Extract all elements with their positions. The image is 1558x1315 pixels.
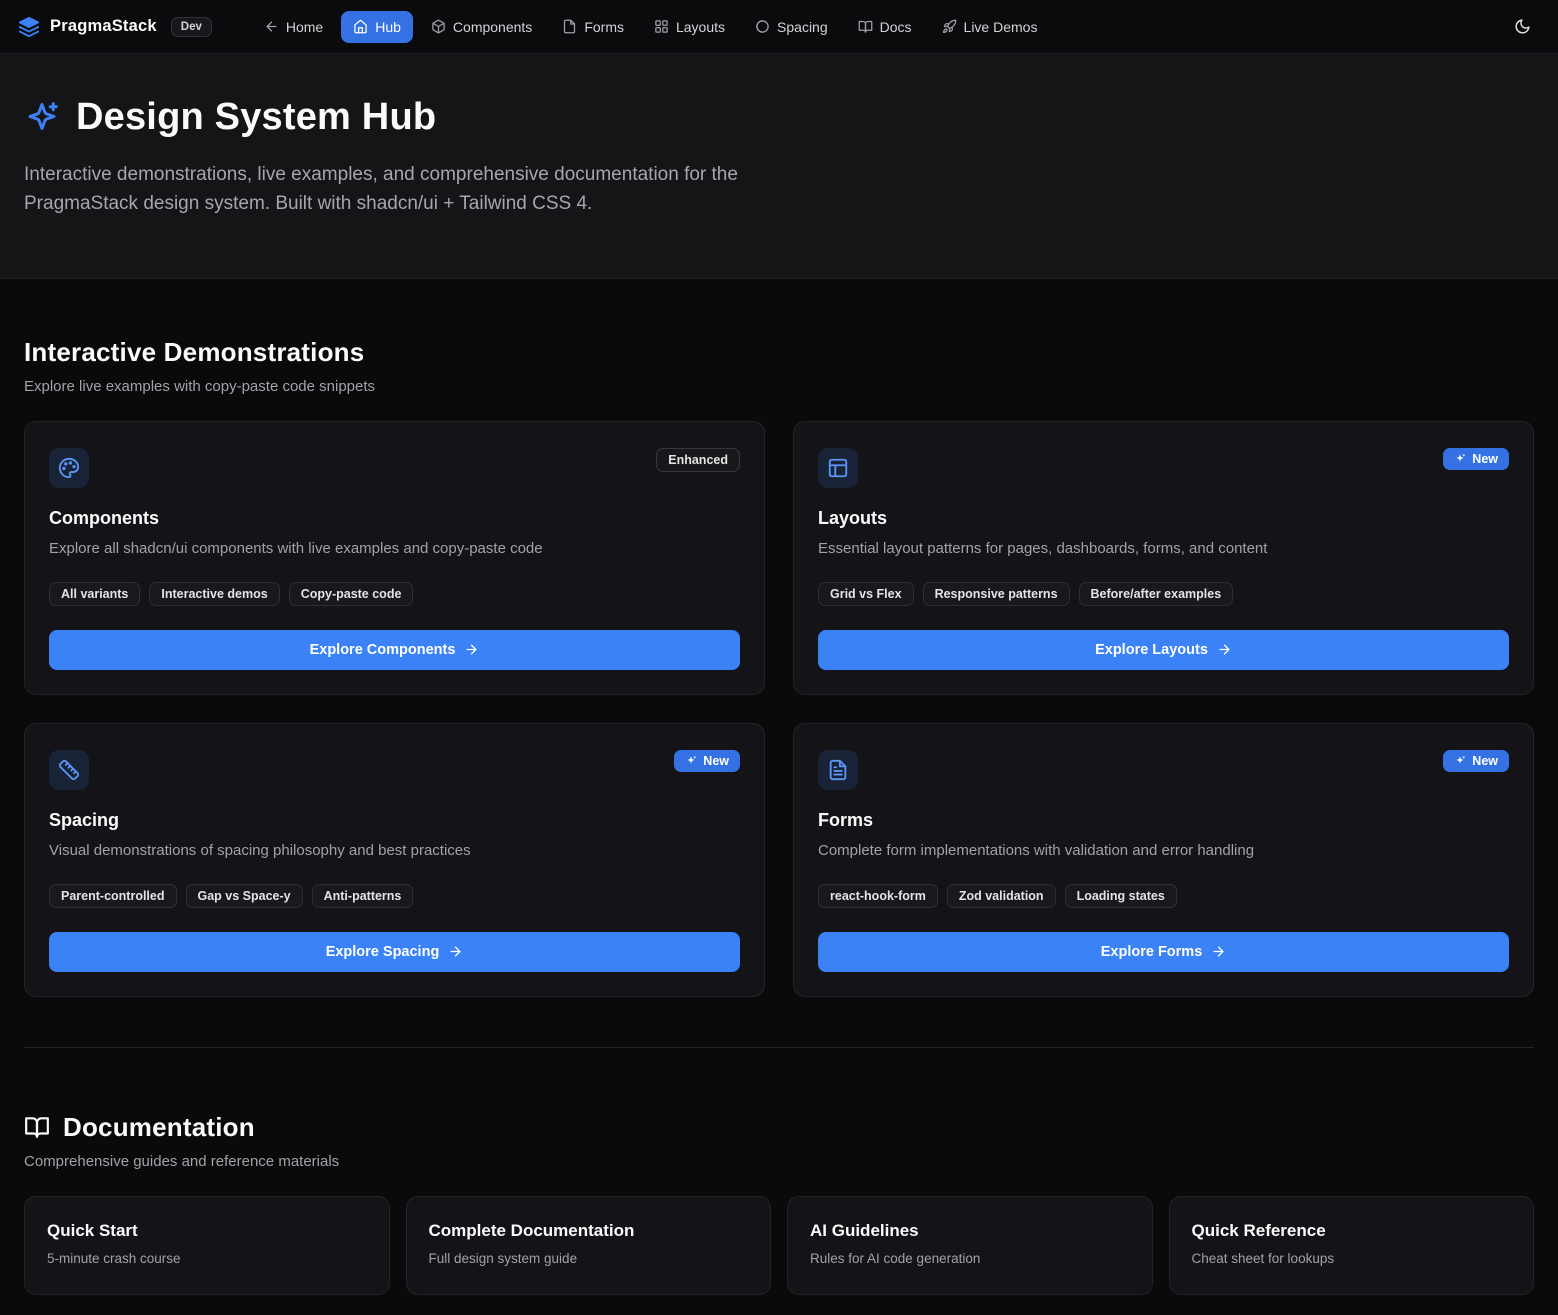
new-badge: New: [1443, 448, 1509, 470]
explore-components-button[interactable]: Explore Components: [49, 630, 740, 670]
demos-section-title: Interactive Demonstrations: [24, 337, 1534, 368]
demos-section-subtitle: Explore live examples with copy-paste co…: [24, 378, 1534, 395]
card-title: Components: [49, 508, 740, 529]
tag-row: react-hook-form Zod validation Loading s…: [818, 884, 1509, 908]
demo-card-layouts[interactable]: New Layouts Essential layout patterns fo…: [793, 421, 1534, 695]
nav-item-docs[interactable]: Docs: [846, 11, 924, 43]
arrow-left-icon: [264, 19, 279, 34]
nav-item-layouts[interactable]: Layouts: [642, 11, 737, 43]
card-description: Complete form implementations with valid…: [818, 840, 1509, 862]
nav-item-components[interactable]: Components: [419, 11, 544, 43]
sparkle-icon: [685, 755, 697, 767]
demo-card-components[interactable]: Enhanced Components Explore all shadcn/u…: [24, 421, 765, 695]
sparkles-icon: [24, 100, 60, 136]
demo-card-spacing[interactable]: New Spacing Visual demonstrations of spa…: [24, 723, 765, 997]
rocket-icon: [942, 19, 957, 34]
nav-item-home[interactable]: Home: [252, 11, 335, 43]
card-description: Explore all shadcn/ui components with li…: [49, 538, 740, 560]
tag-row: Grid vs Flex Responsive patterns Before/…: [818, 582, 1509, 606]
spacing-icon: [755, 19, 770, 34]
tag: Interactive demos: [149, 582, 279, 606]
tag: Gap vs Space-y: [186, 884, 303, 908]
new-badge: New: [674, 750, 740, 772]
tag: Copy-paste code: [289, 582, 414, 606]
doc-card-complete-documentation[interactable]: Complete Documentation Full design syste…: [406, 1196, 772, 1295]
doc-card-title: AI Guidelines: [810, 1221, 1130, 1241]
doc-card-grid: Quick Start 5-minute crash course Comple…: [24, 1196, 1534, 1295]
file-text-icon: [818, 750, 858, 790]
book-open-icon: [24, 1114, 50, 1140]
tag: Anti-patterns: [312, 884, 414, 908]
env-badge: Dev: [171, 17, 212, 37]
doc-card-title: Complete Documentation: [429, 1221, 749, 1241]
page-subtitle: Interactive demonstrations, live example…: [24, 161, 769, 218]
home-icon: [353, 19, 368, 34]
card-title: Forms: [818, 810, 1509, 831]
doc-card-title: Quick Start: [47, 1221, 367, 1241]
nav-item-hub[interactable]: Hub: [341, 11, 413, 43]
nav-item-spacing[interactable]: Spacing: [743, 11, 840, 43]
enhanced-badge: Enhanced: [656, 448, 740, 472]
arrow-right-icon: [448, 944, 463, 959]
doc-card-title: Quick Reference: [1192, 1221, 1512, 1241]
nav-item-live-demos[interactable]: Live Demos: [930, 11, 1050, 43]
brand-name: PragmaStack: [50, 17, 157, 36]
doc-card-quick-reference[interactable]: Quick Reference Cheat sheet for lookups: [1169, 1196, 1535, 1295]
demo-card-grid: Enhanced Components Explore all shadcn/u…: [24, 421, 1534, 997]
demo-card-forms[interactable]: New Forms Complete form implementations …: [793, 723, 1534, 997]
file-icon: [562, 19, 577, 34]
tag-row: Parent-controlled Gap vs Space-y Anti-pa…: [49, 884, 740, 908]
doc-card-description: Rules for AI code generation: [810, 1251, 1130, 1266]
main-content: Interactive Demonstrations Explore live …: [0, 337, 1558, 1295]
section-divider: [24, 1047, 1534, 1048]
box-icon: [431, 19, 446, 34]
explore-spacing-button[interactable]: Explore Spacing: [49, 932, 740, 972]
explore-layouts-button[interactable]: Explore Layouts: [818, 630, 1509, 670]
nav-item-forms[interactable]: Forms: [550, 11, 636, 43]
sparkle-icon: [1454, 453, 1466, 465]
tag: Loading states: [1065, 884, 1177, 908]
card-title: Spacing: [49, 810, 740, 831]
tag: All variants: [49, 582, 140, 606]
tag: Parent-controlled: [49, 884, 177, 908]
arrow-right-icon: [464, 642, 479, 657]
tag: Responsive patterns: [923, 582, 1070, 606]
layers-logo-icon: [18, 16, 40, 38]
arrow-right-icon: [1211, 944, 1226, 959]
tag: Zod validation: [947, 884, 1056, 908]
arrow-right-icon: [1217, 642, 1232, 657]
nav-items: Home Hub Components Forms Layouts: [252, 11, 1050, 43]
card-title: Layouts: [818, 508, 1509, 529]
card-description: Visual demonstrations of spacing philoso…: [49, 840, 740, 862]
moon-icon: [1514, 18, 1531, 35]
doc-card-description: 5-minute crash course: [47, 1251, 367, 1266]
book-icon: [858, 19, 873, 34]
tag: Before/after examples: [1079, 582, 1234, 606]
doc-card-description: Full design system guide: [429, 1251, 749, 1266]
layout-grid-icon: [654, 19, 669, 34]
docs-section-subtitle: Comprehensive guides and reference mater…: [24, 1153, 1534, 1170]
docs-section-title: Documentation: [63, 1112, 255, 1143]
doc-card-description: Cheat sheet for lookups: [1192, 1251, 1512, 1266]
tag-row: All variants Interactive demos Copy-past…: [49, 582, 740, 606]
tag: react-hook-form: [818, 884, 938, 908]
doc-card-ai-guidelines[interactable]: AI Guidelines Rules for AI code generati…: [787, 1196, 1153, 1295]
new-badge: New: [1443, 750, 1509, 772]
tag: Grid vs Flex: [818, 582, 914, 606]
page-title: Design System Hub: [76, 96, 436, 139]
hero-section: Design System Hub Interactive demonstrat…: [0, 54, 1558, 279]
palette-icon: [49, 448, 89, 488]
sparkle-icon: [1454, 755, 1466, 767]
theme-toggle-button[interactable]: [1504, 9, 1540, 45]
ruler-icon: [49, 750, 89, 790]
layout-panels-icon: [818, 448, 858, 488]
brand[interactable]: PragmaStack Dev: [18, 16, 212, 38]
card-description: Essential layout patterns for pages, das…: [818, 538, 1509, 560]
doc-card-quick-start[interactable]: Quick Start 5-minute crash course: [24, 1196, 390, 1295]
top-navbar: PragmaStack Dev Home Hub Components Fo: [0, 0, 1558, 54]
explore-forms-button[interactable]: Explore Forms: [818, 932, 1509, 972]
